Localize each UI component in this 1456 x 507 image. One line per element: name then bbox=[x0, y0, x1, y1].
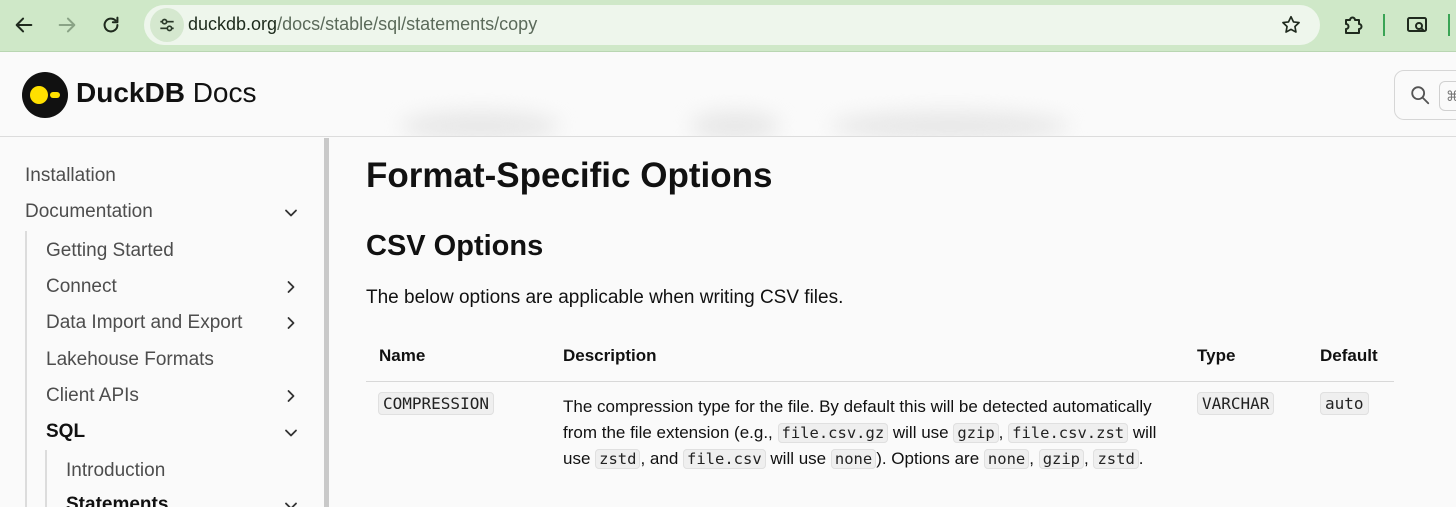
profile-button[interactable] bbox=[1402, 10, 1432, 40]
main-content: Format-Specific Options CSV Options The … bbox=[330, 138, 1456, 507]
search-icon bbox=[1411, 86, 1430, 105]
header-decoration bbox=[400, 111, 560, 136]
desc-code: file.csv.gz bbox=[777, 423, 889, 443]
browser-toolbar: duckdb.org/docs/stable/sql/statements/co… bbox=[0, 0, 1456, 52]
reload-icon bbox=[103, 16, 119, 33]
back-button[interactable] bbox=[7, 8, 41, 42]
docs-sidebar: Installation Documentation Getting Start… bbox=[0, 138, 330, 507]
chevron-down-icon[interactable] bbox=[284, 206, 298, 220]
logo-dot bbox=[30, 86, 48, 104]
brand-suffix: Docs bbox=[184, 77, 257, 108]
arrow-left-icon bbox=[15, 17, 33, 33]
url-path: /docs/stable/sql/statements/copy bbox=[277, 14, 538, 34]
desc-text: , bbox=[998, 423, 1009, 442]
column-header-type: Type bbox=[1197, 346, 1236, 365]
tree-guide-line bbox=[45, 450, 47, 507]
desc-code: gzip bbox=[953, 423, 999, 443]
puzzle-icon bbox=[1345, 16, 1363, 34]
desc-code: gzip bbox=[1038, 449, 1085, 469]
chevron-right-icon[interactable] bbox=[284, 316, 298, 330]
sidebar-item-connect[interactable]: Connect bbox=[46, 276, 117, 298]
column-header-name: Name bbox=[379, 346, 426, 365]
desc-code: none bbox=[830, 449, 877, 469]
option-default: auto bbox=[1320, 392, 1369, 415]
site-header: DuckDB Docs ⌘ bbox=[0, 53, 1456, 137]
column-header-description: Description bbox=[563, 346, 657, 365]
table-cell-description: The compression type for the file. By de… bbox=[563, 394, 1173, 472]
tune-icon bbox=[160, 18, 174, 32]
desc-text: , bbox=[1029, 449, 1039, 468]
star-icon[interactable] bbox=[1280, 14, 1302, 36]
site-info-button[interactable] bbox=[150, 8, 184, 42]
header-decoration bbox=[830, 111, 1070, 136]
logo-bill bbox=[50, 92, 60, 98]
option-type: VARCHAR bbox=[1197, 392, 1275, 415]
header-decoration bbox=[690, 111, 780, 136]
duckdb-logo[interactable] bbox=[22, 72, 68, 118]
desc-text: , and bbox=[640, 449, 684, 468]
section-title: CSV Options bbox=[366, 230, 544, 262]
desc-code: none bbox=[983, 449, 1030, 469]
url-host: duckdb.org bbox=[188, 14, 278, 34]
arrow-right-icon bbox=[58, 17, 76, 33]
extensions-button[interactable] bbox=[1338, 10, 1368, 40]
table-header-divider bbox=[366, 381, 1394, 382]
chevron-down-icon[interactable] bbox=[284, 499, 298, 507]
desc-text: will use bbox=[888, 423, 954, 442]
forward-button[interactable] bbox=[50, 8, 84, 42]
table-cell-default: auto bbox=[1320, 392, 1369, 415]
sidebar-item-data-import-export[interactable]: Data Import and Export bbox=[46, 312, 242, 334]
url-text[interactable]: duckdb.org/docs/stable/sql/statements/co… bbox=[188, 14, 537, 35]
desc-text: ). Options are bbox=[876, 449, 984, 468]
search-shortcut: ⌘ bbox=[1439, 81, 1456, 111]
table-cell-name: COMPRESSION bbox=[378, 392, 494, 415]
address-bar[interactable]: duckdb.org/docs/stable/sql/statements/co… bbox=[144, 5, 1320, 45]
chevron-right-icon[interactable] bbox=[284, 389, 298, 403]
site-brand[interactable]: DuckDB Docs bbox=[76, 77, 257, 109]
desc-code: zstd bbox=[595, 449, 641, 469]
chevron-right-icon[interactable] bbox=[284, 280, 298, 294]
desc-text: will use bbox=[765, 449, 831, 468]
toolbar-divider-2 bbox=[1448, 14, 1450, 36]
toolbar-divider bbox=[1383, 14, 1385, 36]
sidebar-item-sql[interactable]: SQL bbox=[46, 421, 85, 443]
sidebar-item-lakehouse-formats[interactable]: Lakehouse Formats bbox=[46, 349, 214, 371]
sidebar-item-documentation[interactable]: Documentation bbox=[25, 201, 153, 223]
sidebar-item-installation[interactable]: Installation bbox=[25, 165, 116, 187]
chevron-down-icon[interactable] bbox=[284, 426, 298, 440]
desc-code: file.csv bbox=[683, 449, 766, 469]
sidebar-item-statements[interactable]: Statements bbox=[66, 494, 168, 507]
reload-button[interactable] bbox=[94, 8, 128, 42]
option-name: COMPRESSION bbox=[378, 392, 494, 415]
table-cell-type: VARCHAR bbox=[1197, 392, 1275, 415]
tree-guide-line bbox=[25, 231, 27, 507]
sidebar-item-introduction[interactable]: Introduction bbox=[66, 460, 165, 482]
desc-text: . bbox=[1138, 449, 1144, 468]
sidebar-item-getting-started[interactable]: Getting Started bbox=[46, 240, 174, 262]
column-header-default: Default bbox=[1320, 346, 1378, 365]
search-button[interactable]: ⌘ bbox=[1394, 70, 1456, 120]
desc-code: zstd bbox=[1093, 449, 1139, 469]
section-intro: The below options are applicable when wr… bbox=[366, 287, 844, 308]
desc-code: file.csv.zst bbox=[1008, 423, 1129, 443]
sidebar-scrollbar[interactable] bbox=[324, 138, 329, 507]
brand-name: DuckDB bbox=[76, 77, 185, 108]
sidebar-item-client-apis[interactable]: Client APIs bbox=[46, 385, 139, 407]
page-title: Format-Specific Options bbox=[366, 156, 773, 195]
cast-search-icon bbox=[1407, 17, 1427, 32]
